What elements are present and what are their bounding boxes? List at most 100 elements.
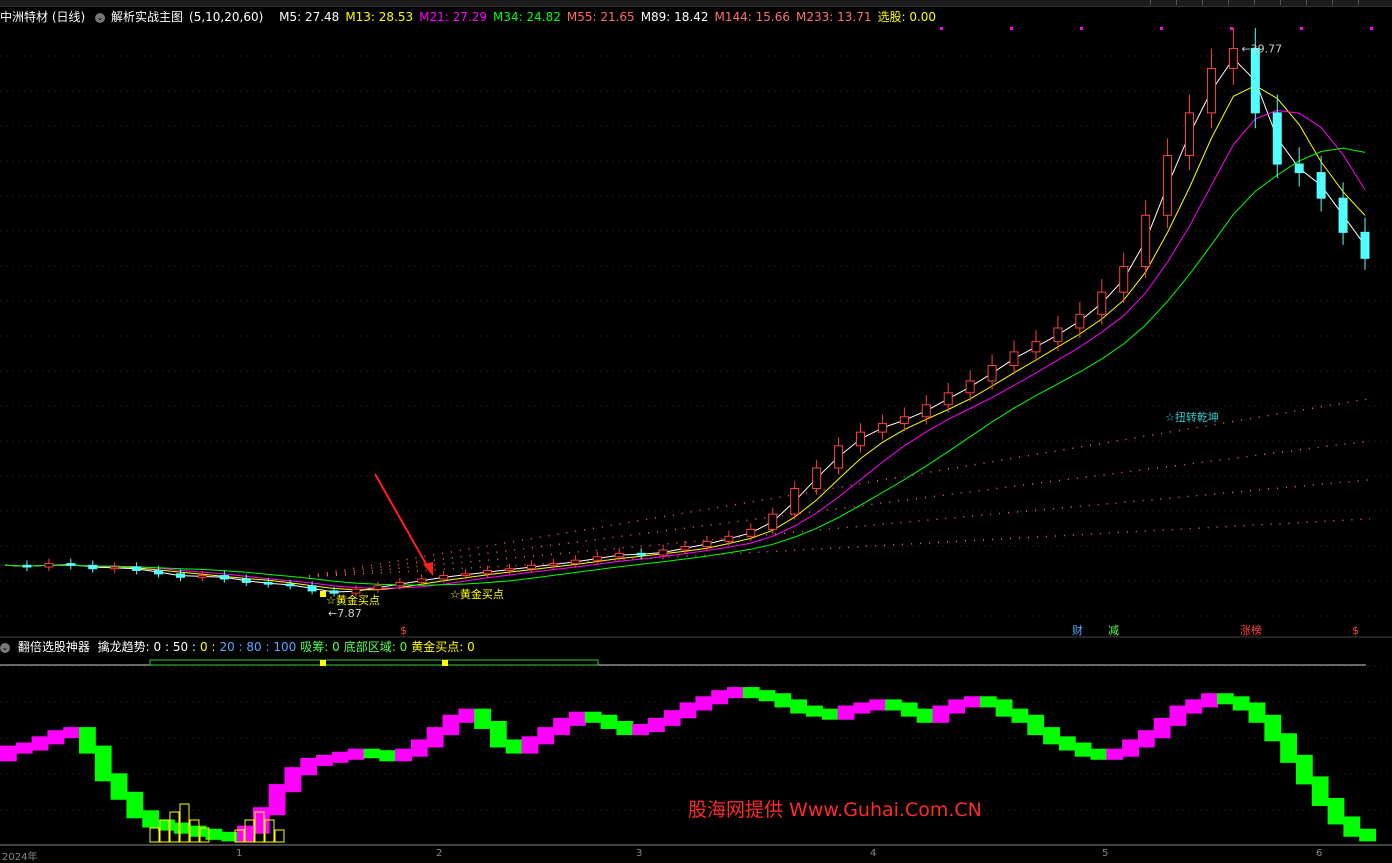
trend-block (1027, 714, 1045, 736)
indicator-values: 擒龙趋势: 0 : 50 :0 :20 : 80 : 100 吸筹: 0 底部区域:… (98, 640, 479, 654)
arrow-head-icon (423, 562, 433, 576)
candle-body (921, 404, 931, 418)
candle-body (417, 578, 427, 583)
bottom-bar (274, 829, 285, 843)
indicator-selector[interactable]: ⌄ 解析实战主图 (5,10,20,60) (95, 10, 269, 24)
trend-block (1327, 797, 1345, 825)
toolbar-button[interactable] (1254, 0, 1277, 5)
trend-block (1011, 708, 1029, 723)
toolbar-button[interactable] (1150, 0, 1173, 5)
trend-block (94, 745, 112, 782)
trend-block (0, 745, 17, 762)
watermark: 股海网提供 Www.Guhai.Com.CN (688, 799, 982, 821)
long-ma-dotted (299, 397, 1371, 579)
candle-body (395, 581, 405, 587)
trend-block (300, 757, 318, 776)
trend-block (711, 690, 729, 705)
trend-block (15, 742, 33, 754)
candle-body (855, 431, 865, 447)
trend-block (932, 705, 950, 723)
trend-block (47, 730, 65, 745)
trend-block (1137, 730, 1155, 748)
candle-body (899, 416, 909, 425)
candle-body (1031, 341, 1041, 353)
trend-block (1343, 816, 1361, 837)
trend-block (316, 754, 333, 766)
golden-buy-marker (442, 660, 448, 666)
candle-body (110, 566, 120, 570)
candle-body (658, 549, 668, 556)
ma-value: M144: 15.66 (714, 10, 790, 24)
trend-block (363, 748, 381, 759)
long-ma-dotted (299, 518, 1371, 579)
trend-block (600, 714, 618, 729)
trend-block (1311, 776, 1329, 806)
trend-block (727, 687, 744, 699)
candle-body (241, 578, 251, 583)
date-tick: 1 (236, 848, 243, 859)
toolbar-button[interactable] (1202, 0, 1225, 5)
chevron-down-icon[interactable]: ⌄ (0, 642, 10, 653)
trend-block (616, 720, 634, 736)
indicator-part: 0 : (199, 640, 216, 654)
candle-body (548, 563, 558, 566)
candlestick-chart: ←39.77←7.87☆黄金买点 ☆黄金买点☆扭转乾坤$ 财减涨榜 $ (0, 27, 1392, 638)
indicator-part: 底部区域: 0 (343, 640, 408, 654)
candle-body (373, 585, 383, 590)
trend-block (142, 810, 160, 828)
candle-body (834, 445, 844, 469)
toolbar-button[interactable] (1358, 0, 1381, 5)
toolbar-button[interactable] (1280, 0, 1303, 5)
trend-block (1248, 702, 1266, 723)
trend-block (948, 699, 966, 714)
candle-body (1250, 47, 1260, 114)
date-tick: 3 (636, 848, 643, 859)
candle-body (1338, 197, 1348, 233)
trend-block (205, 828, 223, 840)
trend-block (1264, 714, 1282, 742)
trend-block (1185, 699, 1203, 714)
indicator-part: 20 : 80 : 100 (219, 640, 297, 654)
toolbar-button[interactable] (1306, 0, 1329, 5)
trend-block (63, 727, 81, 739)
candle-body (1075, 313, 1085, 329)
trend-block (916, 708, 934, 723)
candle-body (943, 392, 953, 406)
candle-body (307, 585, 317, 592)
trend-block (1090, 748, 1108, 760)
trend-block (79, 727, 96, 754)
golden-buy-marker (320, 660, 326, 666)
trend-block (173, 822, 191, 834)
date-tick: 2024年 (2, 852, 38, 863)
trend-block (126, 791, 144, 819)
trend-block (1280, 733, 1297, 763)
signal-dot (1010, 27, 1013, 30)
indicator-name: 解析实战主图 (111, 10, 184, 24)
event-marker: $ (1352, 624, 1359, 637)
trend-block (979, 696, 997, 708)
toolbar-button[interactable] (1332, 0, 1355, 5)
trend-block (1074, 742, 1092, 757)
indicator-part: 吸筹: 0 (300, 640, 340, 654)
candle-body (636, 552, 646, 556)
signal-dot (1300, 27, 1303, 30)
trend-block (663, 710, 681, 726)
trend-block (158, 819, 175, 831)
candle-body (351, 588, 361, 594)
candle-body (197, 575, 207, 578)
trend-block (410, 739, 428, 757)
trend-block (331, 751, 349, 763)
low-label: ←7.87 (328, 607, 362, 620)
trend-block (632, 724, 649, 736)
date-tick: 4 (870, 848, 877, 859)
toolbar-button[interactable] (1228, 0, 1251, 5)
trend-block (647, 717, 665, 733)
red-arrow (374, 473, 431, 572)
trend-block (1058, 736, 1076, 751)
trend-block (110, 773, 128, 800)
trend-block (995, 699, 1013, 717)
golden-buy-label: ☆黄金买点 (450, 587, 504, 601)
candle-body (1097, 291, 1107, 315)
toolbar-button[interactable] (1176, 0, 1199, 5)
candle-body (1206, 67, 1216, 114)
